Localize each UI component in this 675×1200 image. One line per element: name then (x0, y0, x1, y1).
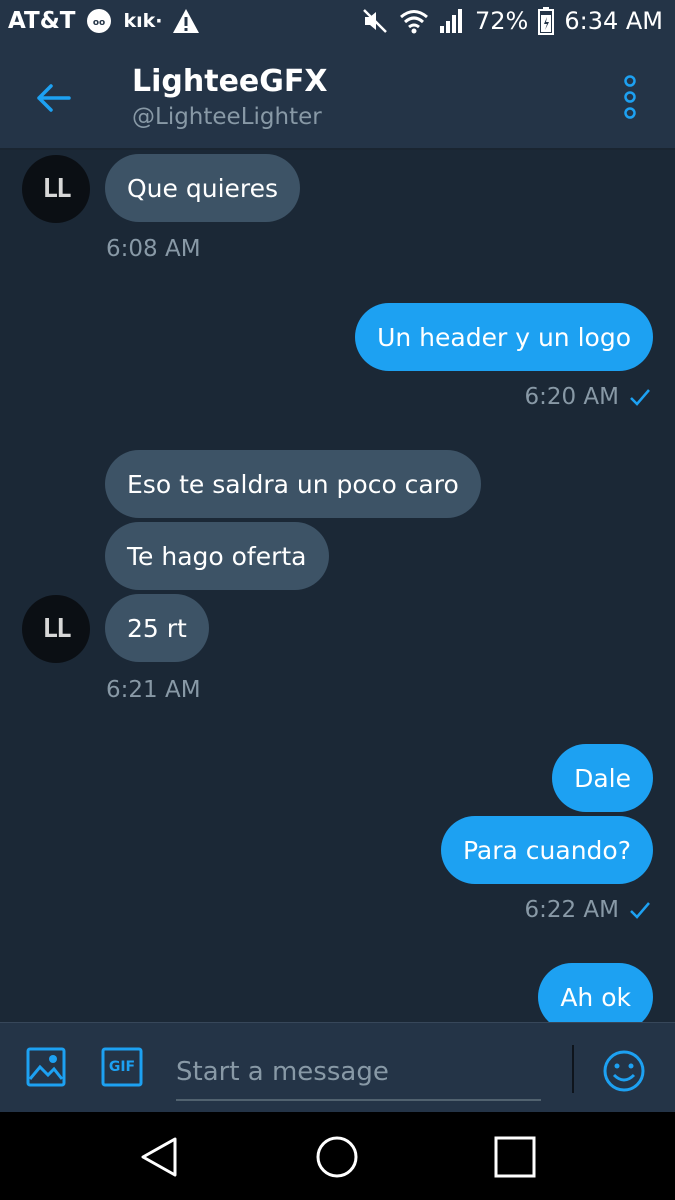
message-bubble-outgoing[interactable]: Dale (552, 744, 653, 812)
clock: 6:34 AM (564, 7, 663, 35)
message-bubble-incoming[interactable]: 25 rt (105, 594, 209, 662)
message-input[interactable] (176, 1045, 541, 1101)
nav-recents-button[interactable] (492, 1134, 538, 1180)
emoji-button[interactable] (602, 1049, 646, 1093)
message-bubble-incoming[interactable]: Te hago oferta (105, 522, 329, 590)
square-recents-icon (494, 1136, 536, 1178)
signal-icon (439, 8, 465, 34)
message-timestamp: 6:22 AM (524, 897, 651, 923)
compose-bar: GIF (0, 1022, 675, 1112)
add-image-button[interactable] (26, 1047, 66, 1087)
more-options-button[interactable] (613, 74, 647, 120)
wifi-icon (399, 8, 429, 34)
timestamp-text: 6:20 AM (524, 384, 619, 410)
message-list[interactable]: LL Que quieres 6:08 AM Un header y un lo… (0, 150, 675, 1022)
image-icon (26, 1047, 66, 1087)
emoji-icon (603, 1050, 645, 1092)
mute-icon (361, 7, 389, 35)
triangle-back-icon (141, 1137, 177, 1177)
message-bubble-outgoing[interactable]: Un header y un logo (355, 303, 653, 371)
nav-back-button[interactable] (136, 1134, 182, 1180)
message-timestamp: 6:20 AM (524, 384, 651, 410)
circle-home-icon (316, 1136, 358, 1178)
conversation-header: LighteeGFX @LighteeLighter (0, 46, 675, 150)
message-timestamp: 6:21 AM (106, 677, 201, 703)
status-right: 72% 6:34 AM (361, 7, 663, 35)
kik-icon: kık· (123, 10, 163, 32)
gif-label: GIF (108, 1059, 136, 1075)
check-icon (630, 902, 650, 919)
timestamp-text: 6:08 AM (106, 236, 201, 262)
compose-divider (572, 1045, 574, 1093)
conversation-handle: @LighteeLighter (132, 104, 322, 130)
battery-percent: 72% (475, 7, 529, 35)
system-nav-bar (0, 1112, 675, 1200)
app-notification-icon: oo (85, 7, 113, 35)
message-bubble-outgoing[interactable]: Para cuando? (440, 816, 653, 884)
message-bubble-outgoing[interactable]: Ah ok (538, 963, 653, 1022)
message-bubble-incoming[interactable]: Eso te saldra un poco caro (105, 450, 481, 518)
check-icon (630, 389, 650, 406)
message-bubble-incoming[interactable]: Que quieres (105, 154, 301, 222)
avatar[interactable]: LL (22, 595, 90, 663)
warning-icon (172, 8, 200, 34)
conversation-title[interactable]: LighteeGFX (132, 64, 328, 99)
status-bar: AT&T oo kık· 72% 6:34 AM (0, 0, 675, 46)
nav-home-button[interactable] (314, 1134, 360, 1180)
more-vertical-icon (624, 75, 636, 119)
arrow-left-icon (37, 84, 71, 112)
back-button[interactable] (30, 76, 76, 120)
battery-icon (538, 7, 555, 35)
timestamp-text: 6:22 AM (524, 897, 619, 923)
status-left: AT&T oo kık· (8, 7, 200, 35)
message-timestamp: 6:08 AM (106, 236, 201, 262)
svg-text:oo: oo (93, 18, 105, 28)
timestamp-text: 6:21 AM (106, 677, 201, 703)
carrier-label: AT&T (8, 8, 76, 34)
avatar[interactable]: LL (22, 155, 90, 223)
add-gif-button[interactable]: GIF (101, 1047, 143, 1087)
